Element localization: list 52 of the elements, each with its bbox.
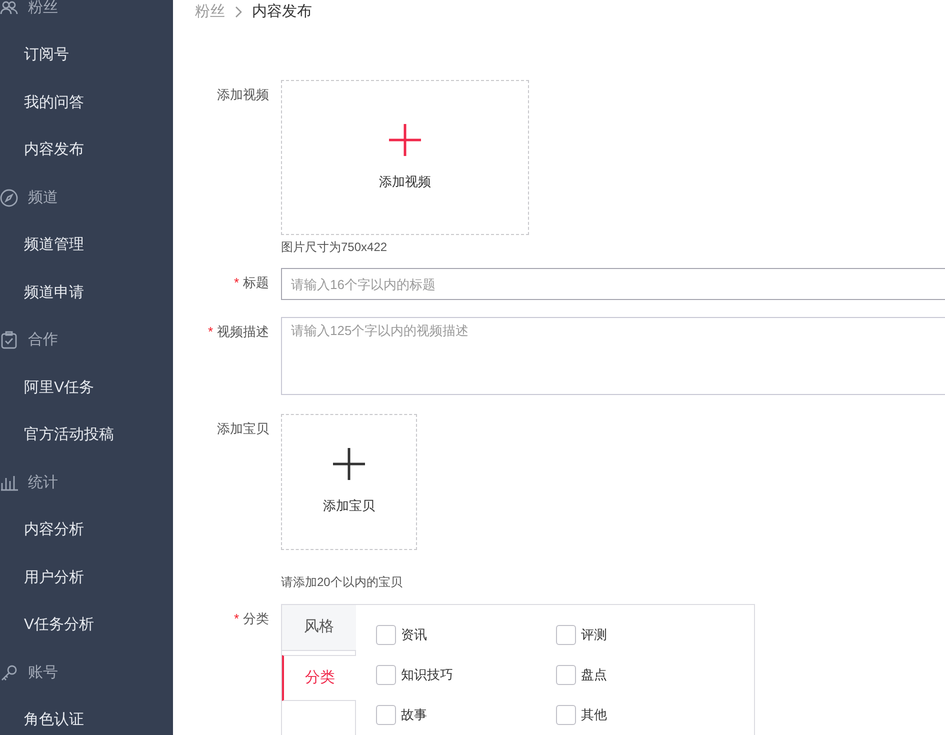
required-asterisk: * [234,274,239,292]
text-input-field[interactable]: 请输入16个字以内的标题 [281,268,945,300]
sidebar-group-title[interactable]: 统计 [28,476,58,490]
sidebar-item[interactable]: 我的问答 [24,96,84,110]
checkbox-label: 故事 [401,707,427,723]
sidebar-item[interactable]: 频道申请 [24,286,84,300]
checkbox-label: 评测 [581,627,607,643]
key-icon [0,664,18,682]
sidebar-item[interactable]: 角色认证 [24,713,84,728]
sidebar-item[interactable]: 订阅号 [24,48,69,62]
field-label: 添加宝贝 [217,420,269,438]
sidebar-item[interactable]: 内容分析 [24,523,84,538]
checkbox-label: 知识技巧 [401,667,453,683]
required-asterisk: * [234,610,239,628]
hint-text: 请添加20个以内的宝贝 [281,574,404,591]
category-tab[interactable]: 风格 [282,605,356,651]
checkbox[interactable] [556,625,576,645]
sidebar-group-title[interactable]: 频道 [28,190,58,205]
sidebar-item[interactable]: 用户分析 [24,570,84,585]
compass-icon [0,188,18,207]
sidebar-group-title[interactable]: 账号 [28,666,58,680]
checkbox-label: 盘点 [581,667,607,683]
checkbox-label: 其他 [581,707,607,723]
checkbox[interactable] [556,665,576,685]
checkbox[interactable] [376,705,396,725]
upload-label: 添加视频 [379,172,431,191]
clipboard-check-icon [1,331,17,350]
required-asterisk: * [208,323,213,341]
textarea-field[interactable]: 请输入125个字以内的视频描述 [281,317,945,395]
sidebar-item[interactable]: 官方活动投稿 [24,428,114,442]
category-tab[interactable]: 分类 [282,655,356,701]
hint-text: 图片尺寸为750x422 [281,239,388,256]
sidebar-item[interactable]: 阿里V任务 [24,380,94,395]
breadcrumb-item: 内容发布 [252,2,312,22]
chevron-right-icon [235,6,242,18]
people-icon [0,0,18,16]
checkbox[interactable] [376,665,396,685]
sidebar-item[interactable]: 内容发布 [24,143,84,158]
checkbox[interactable] [556,705,576,725]
checkbox[interactable] [376,625,396,645]
field-label: 分类 [243,610,269,628]
upload-box[interactable]: 添加宝贝 [281,414,417,550]
sidebar-item[interactable]: 频道管理 [24,238,84,252]
field-label: 添加视频 [217,86,269,104]
sidebar-group-title[interactable]: 合作 [28,333,58,348]
upload-box[interactable]: 添加视频 [281,80,529,235]
upload-label: 添加宝贝 [323,497,375,516]
field-label: 视频描述 [217,323,269,341]
field-label: 标题 [243,274,269,292]
bar-chart-icon [0,474,18,491]
sidebar-item[interactable]: V任务分析 [24,618,94,632]
checkbox-label: 资讯 [401,627,427,643]
